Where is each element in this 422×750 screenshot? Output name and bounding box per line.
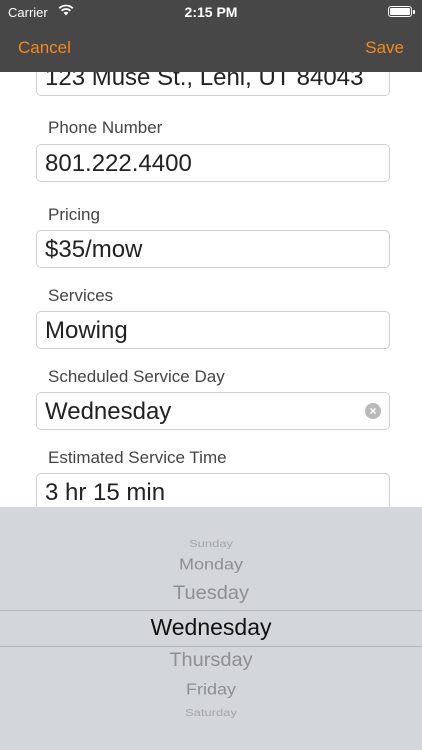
picker-option-tuesday[interactable]: Tuesday [0,582,422,604]
picker-option-thursday[interactable]: Thursday [0,649,422,671]
picker-option-wednesday[interactable]: Wednesday [0,614,422,641]
cancel-button[interactable]: Cancel [18,38,71,58]
service-time-value: 3 hr 15 min [45,479,166,506]
status-bar: Carrier 2:15 PM [0,0,422,24]
picker-option-monday[interactable]: Monday [0,555,422,573]
picker-option-friday[interactable]: Friday [0,680,422,698]
pricing-value: $35/mow [45,236,143,263]
save-button[interactable]: Save [365,38,404,58]
picker-selection-top [0,610,422,611]
services-value: Mowing [45,317,128,344]
navigation-bar: Carrier 2:15 PM Cancel Save [0,0,422,72]
phone-field[interactable]: 801.222.4400 [36,144,390,182]
pricing-label: Pricing [48,205,100,224]
picker-option-saturday[interactable]: Saturday [0,707,422,718]
service-day-value: Wednesday [45,398,172,425]
phone-value: 801.222.4400 [45,150,192,177]
phone-label: Phone Number [48,118,163,137]
service-time-field[interactable]: 3 hr 15 min [36,473,390,511]
clock: 2:15 PM [184,4,238,20]
pricing-field[interactable]: $35/mow [36,230,390,268]
service-day-label: Scheduled Service Day [48,367,225,386]
day-picker[interactable]: Sunday Monday Tuesday Wednesday Thursday Frid… [0,507,422,750]
picker-selection-bottom [0,646,422,647]
battery-icon [388,6,415,17]
service-time-label: Estimated Service Time [48,448,227,467]
picker-option-sunday[interactable]: Sunday [0,538,422,549]
clear-icon[interactable]: × [365,403,381,419]
service-day-field[interactable]: Wednesday × [36,392,390,430]
services-label: Services [48,286,114,305]
services-field[interactable]: Mowing [36,311,390,349]
